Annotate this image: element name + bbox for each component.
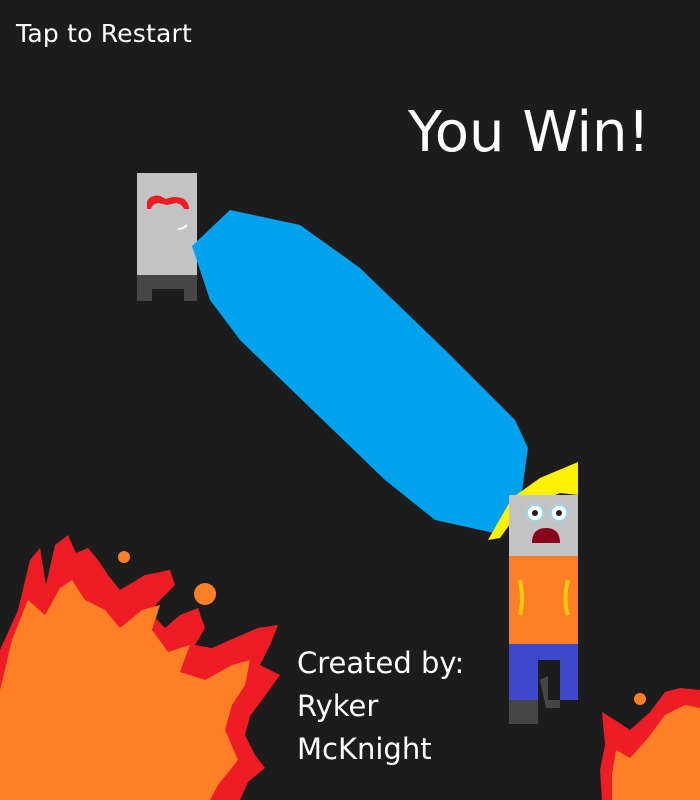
hero-left-arm	[518, 579, 524, 616]
ember-small	[118, 551, 130, 563]
enemy-body	[137, 173, 197, 275]
hero-shirt	[509, 556, 578, 644]
win-message: You Win!	[408, 100, 650, 165]
credits: Created by: Ryker McKnight	[297, 642, 464, 771]
hero-left-pupil	[532, 510, 538, 516]
hero-right-pupil	[556, 510, 562, 516]
restart-button[interactable]: Tap to Restart	[16, 19, 192, 48]
enemy-character	[137, 173, 197, 301]
credits-first-name: Ryker	[297, 689, 379, 723]
water-stream	[192, 210, 528, 533]
ember-right	[634, 693, 646, 705]
credits-heading: Created by:	[297, 646, 465, 680]
ember-large	[194, 583, 216, 605]
fire-right	[600, 688, 700, 800]
credits-last-name: McKnight	[297, 732, 432, 766]
enemy-legs	[137, 275, 197, 301]
hero-left-shoe	[509, 700, 538, 724]
hero-right-shoe	[540, 676, 560, 708]
hero-head	[509, 495, 578, 556]
fire-left	[0, 535, 280, 800]
